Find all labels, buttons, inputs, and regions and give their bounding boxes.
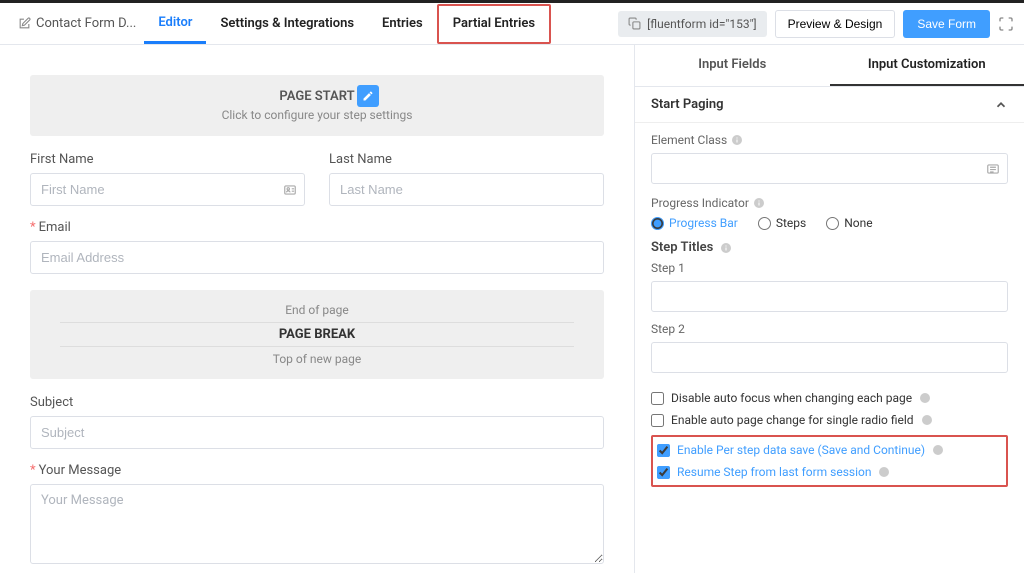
form-name-breadcrumb[interactable]: Contact Form D... xyxy=(10,16,144,31)
email-input[interactable] xyxy=(30,241,604,274)
check-resume-step[interactable]: Resume Step from last form session xyxy=(657,461,1002,483)
email-field[interactable]: *Email xyxy=(30,220,604,274)
info-icon[interactable] xyxy=(919,392,931,404)
info-icon[interactable] xyxy=(921,414,933,426)
info-icon[interactable] xyxy=(932,444,944,456)
radio-progress-bar[interactable]: Progress Bar xyxy=(651,216,738,230)
chevron-up-icon xyxy=(994,98,1008,112)
tab-settings-integrations[interactable]: Settings & Integrations xyxy=(206,4,368,44)
message-label: *Your Message xyxy=(30,463,604,478)
subject-input[interactable] xyxy=(30,416,604,449)
class-suffix-icon[interactable] xyxy=(986,162,1000,176)
page-break-label: PAGE BREAK xyxy=(60,322,574,347)
fullscreen-icon[interactable] xyxy=(998,16,1014,32)
page-start-block[interactable]: PAGE START Click to configure your step … xyxy=(30,75,604,136)
page-start-subtitle: Click to configure your step settings xyxy=(40,108,594,122)
copy-icon xyxy=(628,17,641,30)
highlighted-options-box: Enable Per step data save (Save and Cont… xyxy=(651,435,1008,487)
check-disable-auto-focus[interactable]: Disable auto focus when changing each pa… xyxy=(651,387,1008,409)
save-form-button[interactable]: Save Form xyxy=(903,10,990,38)
edit-page-start-button[interactable] xyxy=(357,85,379,107)
info-icon[interactable] xyxy=(878,466,890,478)
check-per-step-save[interactable]: Enable Per step data save (Save and Cont… xyxy=(657,439,1002,461)
pencil-icon xyxy=(18,17,31,30)
section-start-paging[interactable]: Start Paging xyxy=(635,87,1024,123)
step1-label: Step 1 xyxy=(651,261,1008,275)
message-field[interactable]: *Your Message xyxy=(30,463,604,568)
step-titles-label: Step Titles xyxy=(651,240,1008,255)
main-tabs: Editor Settings & Integrations Entries P… xyxy=(144,4,551,44)
last-name-field[interactable]: Last Name xyxy=(329,152,604,206)
element-class-input[interactable] xyxy=(651,153,1008,184)
subject-field[interactable]: Subject xyxy=(30,395,604,449)
subject-label: Subject xyxy=(30,395,604,410)
tab-editor[interactable]: Editor xyxy=(144,4,206,44)
preview-design-button[interactable]: Preview & Design xyxy=(775,10,896,38)
info-icon[interactable] xyxy=(731,134,743,146)
element-class-label: Element Class xyxy=(651,133,1008,147)
page-break-bottom-text: Top of new page xyxy=(30,349,604,369)
tab-input-customization[interactable]: Input Customization xyxy=(830,45,1024,86)
right-panel: Input Fields Input Customization Start P… xyxy=(634,45,1024,573)
form-canvas: PAGE START Click to configure your step … xyxy=(0,45,634,573)
tab-entries[interactable]: Entries xyxy=(368,4,437,44)
progress-indicator-label: Progress Indicator xyxy=(651,196,1008,210)
info-icon[interactable] xyxy=(720,242,732,254)
name-suffix-icon xyxy=(283,183,297,197)
step1-input[interactable] xyxy=(651,281,1008,312)
tab-partial-entries[interactable]: Partial Entries xyxy=(437,4,551,44)
last-name-input[interactable] xyxy=(329,173,604,206)
last-name-label: Last Name xyxy=(329,152,604,167)
message-input[interactable] xyxy=(30,484,604,564)
check-auto-page-change[interactable]: Enable auto page change for single radio… xyxy=(651,409,1008,431)
page-start-title: PAGE START xyxy=(40,89,594,104)
radio-none[interactable]: None xyxy=(826,216,872,230)
shortcode-display[interactable]: [fluentform id="153"] xyxy=(618,11,766,37)
info-icon[interactable] xyxy=(753,197,765,209)
email-label: *Email xyxy=(30,220,604,235)
pencil-icon xyxy=(362,90,374,102)
first-name-label: First Name xyxy=(30,152,305,167)
step2-label: Step 2 xyxy=(651,322,1008,336)
top-bar: Contact Form D... Editor Settings & Inte… xyxy=(0,3,1024,45)
page-break-block[interactable]: End of page PAGE BREAK Top of new page xyxy=(30,290,604,379)
radio-steps[interactable]: Steps xyxy=(758,216,806,230)
first-name-field[interactable]: First Name xyxy=(30,152,305,206)
page-break-top-text: End of page xyxy=(30,300,604,320)
first-name-input[interactable] xyxy=(30,173,305,206)
tab-input-fields[interactable]: Input Fields xyxy=(635,45,830,86)
step2-input[interactable] xyxy=(651,342,1008,373)
